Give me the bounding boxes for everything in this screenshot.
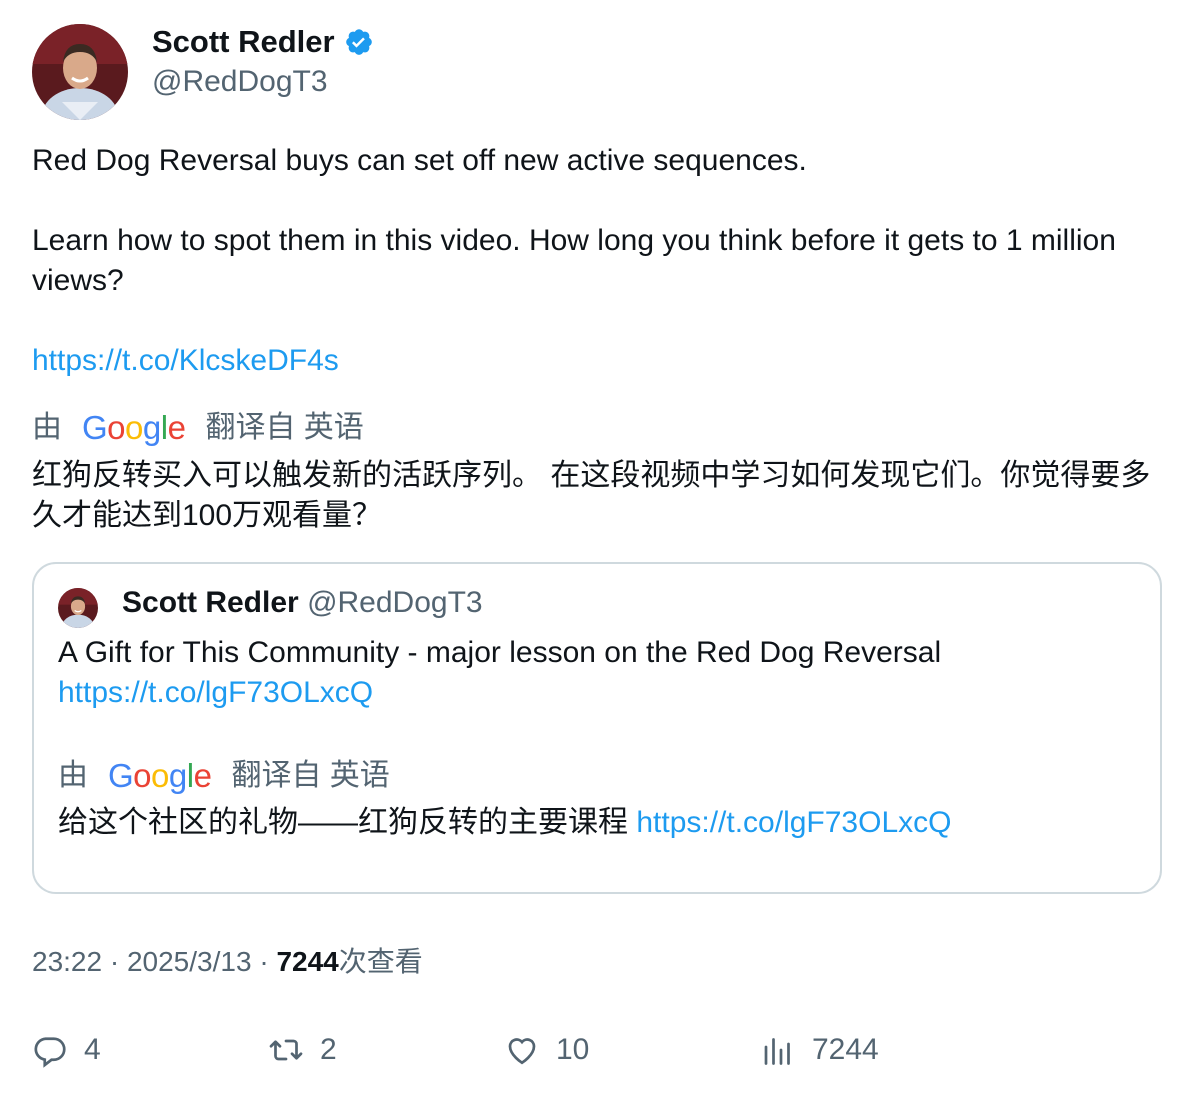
retweet-button[interactable]: 2 (268, 1030, 337, 1070)
quoted-translation-attribution[interactable]: 由 Google 翻译自 英语 (58, 756, 390, 796)
quoted-translated-by-label: 由 (58, 759, 88, 792)
translated-from-label: 翻译自 英语 (205, 411, 364, 444)
translation-attribution[interactable]: 由 Google 翻译自 英语 (32, 408, 364, 448)
reply-icon (34, 1037, 66, 1068)
views-label: 次查看 (338, 946, 423, 977)
tweet-link[interactable]: https://t.co/KlcskeDF4s (32, 341, 339, 381)
tweet-text-line1: Red Dog Reversal buys can set off new ac… (32, 144, 807, 177)
heart-icon (508, 1038, 536, 1065)
tweet-date[interactable]: 2025/3/13 (127, 946, 252, 977)
quoted-text: A Gift for This Community - major lesson… (58, 636, 942, 669)
views-count: 7244 (276, 946, 339, 977)
google-logo-icon: Google (82, 409, 186, 446)
retweet-icon (269, 1039, 303, 1061)
quoted-link[interactable]: https://t.co/lgF73OLxcQ (58, 673, 373, 713)
reply-count: 4 (84, 1033, 101, 1066)
like-button[interactable]: 10 (504, 1030, 589, 1070)
author-name-row[interactable]: Scott Redler (152, 22, 374, 62)
like-count: 10 (556, 1033, 590, 1066)
author-handle[interactable]: @RedDogT3 (152, 62, 328, 102)
quoted-author-avatar[interactable] (58, 588, 98, 628)
tweet-meta: 23:22 · 2025/3/13 · 7244次查看 (32, 942, 423, 982)
google-logo-icon: Google (108, 757, 212, 794)
translated-by-label: 由 (32, 411, 62, 444)
translated-text: 红狗反转买入可以触发新的活跃序列。 在这段视频中学习如何发现它们。你觉得要多久才… (32, 459, 1151, 532)
quoted-author-name: Scott Redler (122, 586, 299, 619)
analytics-icon (764, 1038, 790, 1065)
reply-button[interactable]: 4 (32, 1030, 101, 1070)
tweet-time[interactable]: 23:22 (32, 946, 102, 977)
quoted-translated-from-label: 翻译自 英语 (231, 759, 390, 792)
quoted-author[interactable]: Scott Redler @RedDogT3 (122, 583, 483, 623)
verified-badge-icon (344, 27, 374, 57)
tweet-text-line2: Learn how to spot them in this video. Ho… (32, 224, 1116, 297)
quoted-translated-link[interactable]: https://t.co/lgF73OLxcQ (636, 806, 951, 839)
author-avatar[interactable] (32, 24, 128, 120)
retweet-count: 2 (320, 1033, 337, 1066)
author-name[interactable]: Scott Redler (152, 22, 335, 62)
quoted-translated-text-row: 给这个社区的礼物——红狗反转的主要课程 https://t.co/lgF73OL… (58, 803, 951, 843)
quoted-translated-text: 给这个社区的礼物——红狗反转的主要课程 (58, 806, 628, 839)
meta-separator: · (102, 946, 127, 977)
views-action-count: 7244 (812, 1033, 879, 1066)
quoted-author-handle: @RedDogT3 (307, 586, 483, 619)
views-button[interactable]: 7244 (760, 1030, 879, 1070)
meta-separator: · (251, 946, 277, 977)
